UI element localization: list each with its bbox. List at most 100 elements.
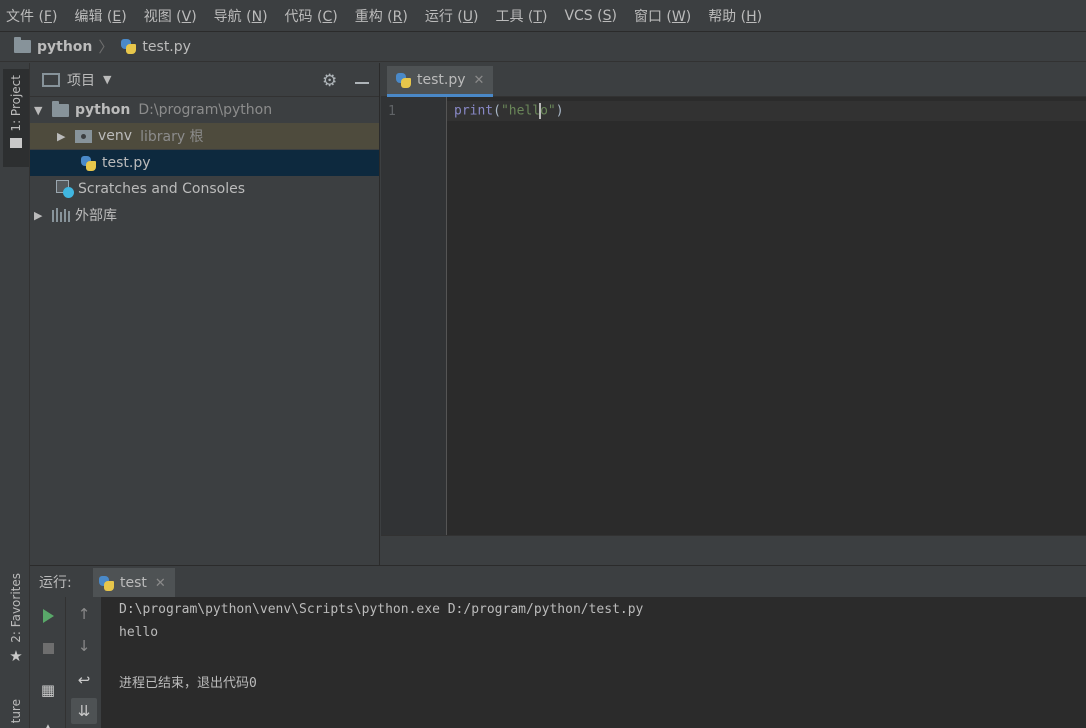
menu-refactor[interactable]: 重构 (R): [355, 6, 408, 26]
code-string: "hell: [500, 103, 541, 119]
python-file-icon: [81, 155, 96, 171]
expand-arrow-icon[interactable]: ▶: [34, 209, 52, 222]
tree-item-python[interactable]: ▼ python D:\program\python: [30, 97, 379, 123]
menu-file[interactable]: 文件 (F): [6, 6, 57, 26]
python-file-icon: [396, 72, 411, 88]
code-line[interactable]: print("hello"): [454, 103, 564, 119]
soft-wrap-button[interactable]: ↩: [71, 667, 97, 693]
scratches-icon: [56, 180, 74, 198]
code-builtin: print: [454, 103, 494, 119]
console-output-line: hello: [119, 625, 159, 640]
menu-navigate[interactable]: 导航 (N): [214, 6, 268, 26]
menu-view-label: 视图 (: [143, 8, 182, 25]
scroll-to-end-icon: ⇊: [77, 702, 91, 720]
expand-arrow-icon[interactable]: ▼: [34, 104, 52, 117]
breadcrumb-separator: 〉: [98, 38, 114, 56]
menu-navigate-mnemonic: N: [251, 8, 263, 25]
menu-vcs-label: VCS (: [564, 7, 603, 24]
menu-help-label: 帮助 (: [708, 8, 747, 25]
menu-view[interactable]: 视图 (V): [144, 6, 197, 26]
layout-button[interactable]: ▦: [35, 677, 61, 703]
menu-help-mnemonic: H: [746, 8, 757, 25]
menu-window[interactable]: 窗口 (W): [634, 6, 691, 26]
menu-run[interactable]: 运行 (U): [425, 6, 479, 26]
project-panel: 项目 ▼ ⚙ ▼ python D:\program\python ▶ venv…: [30, 63, 380, 565]
rerun-button[interactable]: [35, 603, 61, 629]
python-icon: [99, 575, 114, 591]
project-panel-header: 项目 ▼ ⚙: [30, 63, 379, 97]
project-panel-title[interactable]: 项目: [67, 70, 95, 90]
layout-icon: ▦: [40, 681, 56, 699]
tree-item-label: venv: [98, 128, 133, 144]
run-toolbar-secondary: ↑ ↓ ↩ ⇊: [66, 597, 102, 728]
code-string-tail: o": [540, 103, 556, 119]
menu-edit[interactable]: 编辑 (E): [74, 6, 126, 26]
menu-refactor-label: 重构 (: [354, 8, 393, 25]
menu-navigate-label: 导航 (: [213, 8, 252, 25]
tree-item-scratches[interactable]: Scratches and Consoles: [30, 176, 379, 202]
tool-tab-structure[interactable]: ture: [3, 699, 29, 728]
menu-file-mnemonic: F: [43, 8, 52, 25]
tree-item-label: Scratches and Consoles: [78, 181, 245, 197]
menu-window-mnemonic: W: [671, 8, 686, 25]
stop-button[interactable]: [35, 635, 61, 661]
tree-item-external-libraries[interactable]: ▶ 外部库: [30, 202, 379, 228]
menu-navigate-tail: ): [262, 8, 268, 25]
console-command-line: D:\program\python\venv\Scripts\python.ex…: [119, 602, 644, 617]
editor-breadcrumb-bar: [381, 535, 1086, 565]
menu-code[interactable]: 代码 (C): [285, 6, 338, 26]
line-number: 1: [388, 104, 396, 119]
menu-tools[interactable]: 工具 (T): [495, 6, 547, 26]
scroll-down-button[interactable]: ↓: [71, 633, 97, 659]
tool-tab-favorites[interactable]: 2: Favorites ★: [3, 573, 29, 679]
code-editor[interactable]: 1 print("hello"): [381, 97, 1086, 535]
tool-tab-favorites-label: 2: Favorites: [9, 573, 23, 643]
breadcrumb-file[interactable]: test.py: [121, 39, 191, 55]
close-icon[interactable]: ✕: [474, 73, 485, 88]
menu-code-mnemonic: C: [322, 8, 333, 25]
scroll-up-button[interactable]: ↑: [71, 601, 97, 627]
menu-edit-label: 编辑 (: [74, 8, 113, 25]
tree-item-label: test.py: [102, 155, 151, 171]
close-icon[interactable]: ✕: [155, 576, 166, 591]
left-tool-strip: 1: Project 2: Favorites ★ ture: [0, 63, 30, 728]
run-tab-label: test: [120, 575, 147, 591]
tree-item-path: D:\program\python: [138, 102, 273, 118]
tree-item-venv[interactable]: ▶ venv library 根: [30, 123, 379, 149]
chevron-down-icon[interactable]: ▼: [103, 73, 111, 86]
run-tab-test[interactable]: test ✕: [93, 568, 175, 598]
menu-refactor-mnemonic: R: [392, 8, 403, 25]
menu-run-mnemonic: U: [462, 8, 474, 25]
tool-tab-project-label: 1: Project: [9, 75, 23, 132]
hide-icon[interactable]: [355, 82, 369, 84]
soft-wrap-icon: ↩: [77, 671, 91, 689]
breadcrumb-project[interactable]: python: [14, 37, 92, 55]
menu-edit-tail: ): [121, 8, 127, 25]
tool-tab-project[interactable]: 1: Project: [3, 69, 29, 167]
stop-icon: [42, 642, 54, 654]
line-gutter: 1: [381, 97, 447, 535]
menu-code-label: 代码 (: [284, 8, 323, 25]
run-toolbar-primary: ▦ ▲: [30, 597, 66, 728]
tree-item-test-py[interactable]: test.py: [30, 150, 379, 176]
project-view-icon: [42, 72, 60, 87]
menu-code-tail: ): [332, 8, 338, 25]
expand-arrow-icon[interactable]: ▶: [57, 130, 75, 143]
code-paren-close: ): [555, 103, 564, 119]
menu-view-tail: ): [191, 8, 197, 25]
gear-icon[interactable]: ⚙: [322, 71, 337, 91]
menu-vcs[interactable]: VCS (S): [564, 8, 617, 24]
menu-refactor-tail: ): [402, 8, 408, 25]
console-exit-message: 进程已结束，退出代码0: [119, 676, 257, 691]
run-console[interactable]: D:\program\python\venv\Scripts\python.ex…: [102, 597, 1086, 728]
tab-test-py[interactable]: test.py ✕: [387, 66, 493, 97]
menu-file-label: 文件 (: [6, 8, 44, 25]
pin-button[interactable]: ▲: [35, 715, 61, 728]
menu-help[interactable]: 帮助 (H): [708, 6, 762, 26]
arrow-up-icon: ↑: [77, 605, 91, 623]
menu-window-label: 窗口 (: [633, 8, 672, 25]
folder-icon: [52, 100, 69, 117]
scroll-to-end-button[interactable]: ⇊: [71, 698, 97, 724]
editor-tab-bar: test.py ✕: [381, 63, 1086, 97]
library-icon: [52, 208, 70, 222]
